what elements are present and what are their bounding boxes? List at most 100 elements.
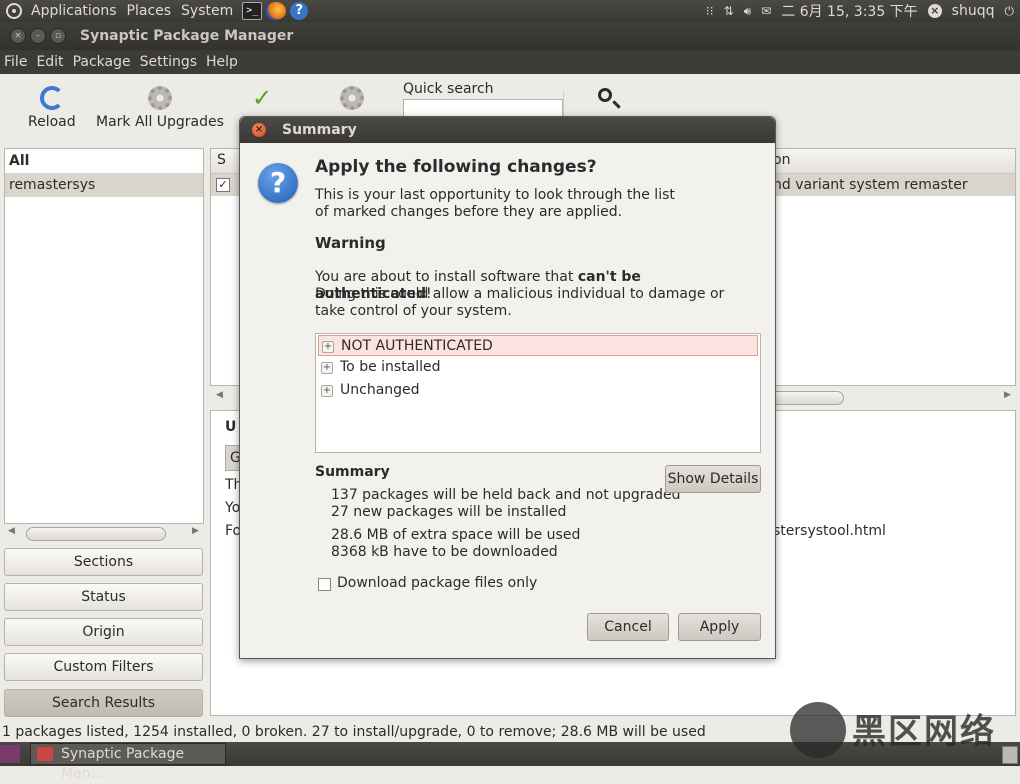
terminal-launcher-icon[interactable]: >_ — [242, 2, 263, 20]
taskbar-synaptic-label: Synaptic Package Man... — [61, 746, 185, 782]
warning-heading: Warning — [315, 234, 386, 252]
show-desktop-icon[interactable] — [0, 745, 20, 763]
menu-edit[interactable]: Edit — [32, 54, 68, 70]
warning-line-3: take control of your system. — [315, 303, 512, 319]
search-results-button[interactable]: Search Results — [4, 689, 203, 717]
watermark-logo-icon — [790, 702, 846, 758]
properties-toolbar-button[interactable] — [340, 86, 364, 114]
clock-time: 3:35 下午 — [853, 4, 918, 20]
change-group-unchanged[interactable]: + Unchanged — [318, 380, 758, 401]
change-group-label: Unchanged — [340, 382, 420, 398]
window-minimize-button[interactable]: – — [30, 28, 46, 44]
volume-icon[interactable]: 🔊︎ — [744, 4, 752, 19]
change-group-label: To be installed — [340, 359, 441, 375]
status-button[interactable]: Status — [4, 583, 203, 611]
filter-list-hscrollbar[interactable]: ◀ ▶ — [4, 524, 204, 542]
sections-button[interactable]: Sections — [4, 548, 203, 576]
summary-line: 137 packages will be held back and not u… — [331, 487, 681, 503]
firefox-launcher-icon[interactable] — [266, 2, 287, 20]
places-menu[interactable]: Places — [122, 3, 177, 19]
menu-settings[interactable]: Settings — [136, 54, 202, 70]
system-tray: ⁝⁝ ⇅ 🔊︎ ✉ 二 6月 15, 3:35 下午 × shuqq ⏻ — [706, 0, 1020, 22]
details-line-2: Yo — [225, 500, 241, 516]
menu-help[interactable]: Help — [202, 54, 243, 70]
warning-line-2: Doing this could allow a malicious indiv… — [315, 286, 725, 302]
apply-check-icon: ✓ — [251, 84, 273, 112]
dialog-title: Summary — [282, 122, 357, 138]
pkg-scroll-left-icon[interactable]: ◀ — [216, 390, 223, 400]
details-link[interactable]: stersystool.html — [773, 523, 886, 539]
taskbar-synaptic[interactable]: Synaptic Package Man... — [30, 743, 226, 782]
reload-label: Reload — [28, 114, 76, 130]
window-close-button[interactable]: × — [10, 28, 26, 44]
ubuntu-logo-icon[interactable] — [6, 3, 22, 19]
show-details-button[interactable]: Show Details — [665, 465, 761, 493]
properties-gear-icon — [340, 86, 364, 110]
expander-plus-icon[interactable]: + — [321, 362, 333, 374]
dialog-heading: Apply the following changes? — [315, 157, 597, 177]
question-icon: ? — [258, 163, 298, 203]
expander-plus-icon[interactable]: + — [321, 385, 333, 397]
change-group-label: NOT AUTHENTICATED — [341, 338, 493, 354]
apply-toolbar-button[interactable]: ✓ — [250, 86, 274, 114]
cancel-button[interactable]: Cancel — [587, 613, 669, 641]
quick-search-label: Quick search — [403, 81, 494, 97]
summary-line: 27 new packages will be installed — [331, 504, 567, 520]
power-icon[interactable]: ⏻ — [1005, 4, 1015, 19]
dialog-intro-line-2: of marked changes before they are applie… — [315, 204, 623, 220]
warning-text-pre: You are about to install software that — [315, 269, 578, 285]
summary-line: 8368 kB have to be downloaded — [331, 544, 558, 560]
user-name[interactable]: shuqq — [952, 3, 995, 19]
top-panel: Applications Places System >_ ? ⁝⁝ ⇅ 🔊︎ … — [0, 0, 1020, 22]
system-menu[interactable]: System — [176, 3, 238, 19]
package-checkbox[interactable]: ✓ — [216, 178, 230, 192]
search-icon[interactable] — [598, 88, 612, 102]
reload-icon — [39, 86, 64, 110]
column-status[interactable]: S — [217, 152, 226, 168]
expander-plus-icon[interactable]: + — [322, 341, 334, 353]
help-launcher-icon[interactable]: ? — [290, 2, 309, 20]
download-only-checkbox[interactable] — [318, 578, 331, 591]
package-description: nd variant system remaster — [773, 177, 968, 193]
window-titlebar[interactable]: × – ▫ Synaptic Package Manager — [0, 22, 1020, 50]
mail-icon[interactable]: ✉ — [761, 4, 771, 18]
reload-button[interactable]: Reload — [28, 86, 76, 130]
applications-menu[interactable]: Applications — [26, 3, 122, 19]
scroll-left-icon[interactable]: ◀ — [8, 526, 15, 536]
menu-package[interactable]: Package — [69, 54, 136, 70]
summary-heading: Summary — [315, 464, 390, 480]
dialog-close-icon[interactable]: × — [252, 123, 266, 137]
upgrade-gear-icon — [147, 86, 172, 110]
clock-date: 二 6月 15, — [781, 4, 850, 20]
dialog-titlebar[interactable]: × Summary — [240, 117, 775, 143]
summary-dialog: × Summary ? Apply the following changes?… — [239, 116, 776, 659]
change-group-not-authenticated[interactable]: + NOT AUTHENTICATED — [318, 335, 758, 356]
custom-filters-button[interactable]: Custom Filters — [4, 653, 203, 681]
keyboard-dots-icon: ⁝⁝ — [705, 4, 714, 18]
mark-all-upgrades-label: Mark All Upgrades — [96, 114, 224, 130]
origin-button[interactable]: Origin — [4, 618, 203, 646]
scroll-thumb[interactable] — [26, 527, 166, 541]
menu-file[interactable]: File — [0, 54, 32, 70]
download-only-label[interactable]: Download package files only — [337, 575, 537, 591]
scroll-right-icon[interactable]: ▶ — [192, 526, 199, 536]
summary-line: 28.6 MB of extra space will be used — [331, 527, 581, 543]
menubar: File Edit Package Settings Help — [0, 50, 1020, 74]
apply-button[interactable]: Apply — [678, 613, 761, 641]
network-icon[interactable]: ⇅ — [724, 4, 734, 18]
pkg-scroll-right-icon[interactable]: ▶ — [1004, 390, 1011, 400]
window-title: Synaptic Package Manager — [80, 28, 294, 44]
filter-item-remastersys[interactable]: remastersys — [5, 173, 203, 197]
dialog-intro-line-1: This is your last opportunity to look th… — [315, 187, 675, 203]
window-maximize-button[interactable]: ▫ — [50, 28, 66, 44]
details-heading: U — [225, 419, 237, 435]
filter-item-all[interactable]: All — [5, 149, 203, 173]
changes-tree: + NOT AUTHENTICATED + To be installed + … — [315, 333, 761, 453]
watermark-text: 黑区网络 — [852, 712, 996, 752]
clock[interactable]: 二 6月 15, 3:35 下午 — [781, 1, 917, 21]
change-group-to-be-installed[interactable]: + To be installed — [318, 357, 758, 378]
synaptic-task-icon — [37, 747, 53, 761]
mark-all-upgrades-button[interactable]: Mark All Upgrades — [96, 86, 224, 130]
watermark: 黑区网络 — [790, 700, 1020, 760]
user-status-icon[interactable]: × — [927, 4, 942, 18]
